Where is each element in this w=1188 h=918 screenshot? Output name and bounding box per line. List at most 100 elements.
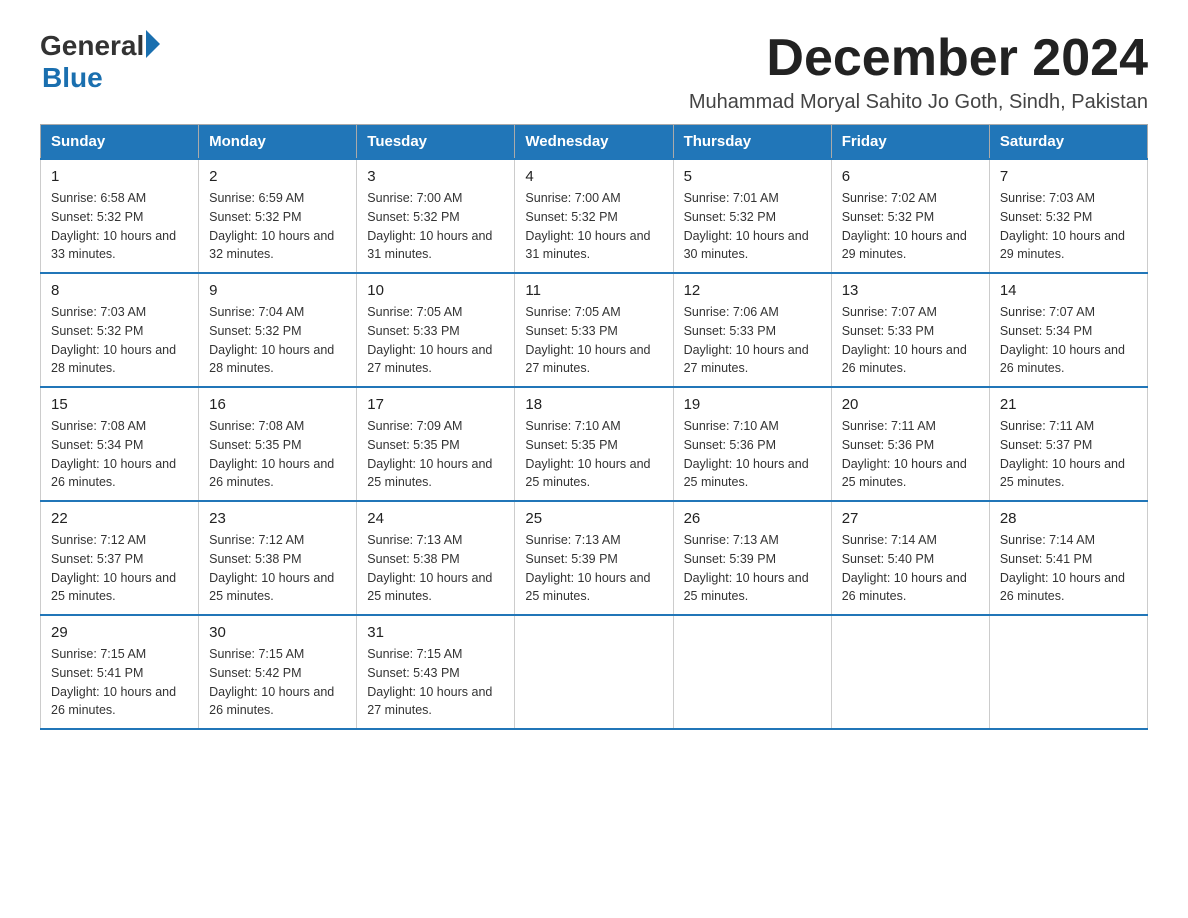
day-info: Sunrise: 7:10 AM Sunset: 5:36 PM Dayligh…: [684, 417, 821, 492]
day-info: Sunrise: 7:05 AM Sunset: 5:33 PM Dayligh…: [525, 303, 662, 378]
table-row: 21 Sunrise: 7:11 AM Sunset: 5:37 PM Dayl…: [989, 387, 1147, 501]
day-number: 13: [842, 282, 979, 299]
table-row: 2 Sunrise: 6:59 AM Sunset: 5:32 PM Dayli…: [199, 159, 357, 273]
col-sunday: Sunday: [41, 125, 199, 160]
table-row: 4 Sunrise: 7:00 AM Sunset: 5:32 PM Dayli…: [515, 159, 673, 273]
day-info: Sunrise: 6:58 AM Sunset: 5:32 PM Dayligh…: [51, 189, 188, 264]
table-row: 31 Sunrise: 7:15 AM Sunset: 5:43 PM Dayl…: [357, 615, 515, 729]
day-number: 24: [367, 510, 504, 527]
table-row: 26 Sunrise: 7:13 AM Sunset: 5:39 PM Dayl…: [673, 501, 831, 615]
table-row: 27 Sunrise: 7:14 AM Sunset: 5:40 PM Dayl…: [831, 501, 989, 615]
table-row: [989, 615, 1147, 729]
page-header: General Blue December 2024 Muhammad Mory…: [40, 30, 1148, 114]
day-info: Sunrise: 7:08 AM Sunset: 5:34 PM Dayligh…: [51, 417, 188, 492]
day-number: 7: [1000, 168, 1137, 185]
col-monday: Monday: [199, 125, 357, 160]
day-number: 3: [367, 168, 504, 185]
day-info: Sunrise: 7:00 AM Sunset: 5:32 PM Dayligh…: [525, 189, 662, 264]
day-info: Sunrise: 7:04 AM Sunset: 5:32 PM Dayligh…: [209, 303, 346, 378]
day-number: 10: [367, 282, 504, 299]
calendar-week-row: 8 Sunrise: 7:03 AM Sunset: 5:32 PM Dayli…: [41, 273, 1148, 387]
table-row: [515, 615, 673, 729]
table-row: 8 Sunrise: 7:03 AM Sunset: 5:32 PM Dayli…: [41, 273, 199, 387]
day-info: Sunrise: 7:15 AM Sunset: 5:41 PM Dayligh…: [51, 645, 188, 720]
day-info: Sunrise: 7:03 AM Sunset: 5:32 PM Dayligh…: [1000, 189, 1137, 264]
title-block: December 2024 Muhammad Moryal Sahito Jo …: [689, 30, 1148, 114]
table-row: 20 Sunrise: 7:11 AM Sunset: 5:36 PM Dayl…: [831, 387, 989, 501]
day-number: 27: [842, 510, 979, 527]
col-thursday: Thursday: [673, 125, 831, 160]
day-number: 19: [684, 396, 821, 413]
table-row: 11 Sunrise: 7:05 AM Sunset: 5:33 PM Dayl…: [515, 273, 673, 387]
col-wednesday: Wednesday: [515, 125, 673, 160]
calendar-week-row: 15 Sunrise: 7:08 AM Sunset: 5:34 PM Dayl…: [41, 387, 1148, 501]
month-title: December 2024: [689, 30, 1148, 87]
day-info: Sunrise: 7:07 AM Sunset: 5:33 PM Dayligh…: [842, 303, 979, 378]
day-info: Sunrise: 7:10 AM Sunset: 5:35 PM Dayligh…: [525, 417, 662, 492]
table-row: [673, 615, 831, 729]
day-info: Sunrise: 7:01 AM Sunset: 5:32 PM Dayligh…: [684, 189, 821, 264]
day-number: 23: [209, 510, 346, 527]
day-number: 1: [51, 168, 188, 185]
day-info: Sunrise: 6:59 AM Sunset: 5:32 PM Dayligh…: [209, 189, 346, 264]
day-number: 20: [842, 396, 979, 413]
calendar-table: Sunday Monday Tuesday Wednesday Thursday…: [40, 124, 1148, 730]
location-subtitle: Muhammad Moryal Sahito Jo Goth, Sindh, P…: [689, 91, 1148, 114]
day-number: 12: [684, 282, 821, 299]
day-info: Sunrise: 7:13 AM Sunset: 5:39 PM Dayligh…: [525, 531, 662, 606]
day-number: 18: [525, 396, 662, 413]
table-row: 5 Sunrise: 7:01 AM Sunset: 5:32 PM Dayli…: [673, 159, 831, 273]
day-number: 17: [367, 396, 504, 413]
table-row: 24 Sunrise: 7:13 AM Sunset: 5:38 PM Dayl…: [357, 501, 515, 615]
logo-general: General: [40, 30, 144, 62]
day-number: 8: [51, 282, 188, 299]
day-number: 4: [525, 168, 662, 185]
table-row: 10 Sunrise: 7:05 AM Sunset: 5:33 PM Dayl…: [357, 273, 515, 387]
day-info: Sunrise: 7:12 AM Sunset: 5:38 PM Dayligh…: [209, 531, 346, 606]
table-row: 13 Sunrise: 7:07 AM Sunset: 5:33 PM Dayl…: [831, 273, 989, 387]
col-saturday: Saturday: [989, 125, 1147, 160]
table-row: 25 Sunrise: 7:13 AM Sunset: 5:39 PM Dayl…: [515, 501, 673, 615]
day-number: 5: [684, 168, 821, 185]
day-number: 30: [209, 624, 346, 641]
table-row: 17 Sunrise: 7:09 AM Sunset: 5:35 PM Dayl…: [357, 387, 515, 501]
day-number: 29: [51, 624, 188, 641]
table-row: 14 Sunrise: 7:07 AM Sunset: 5:34 PM Dayl…: [989, 273, 1147, 387]
table-row: 23 Sunrise: 7:12 AM Sunset: 5:38 PM Dayl…: [199, 501, 357, 615]
day-info: Sunrise: 7:11 AM Sunset: 5:37 PM Dayligh…: [1000, 417, 1137, 492]
table-row: 19 Sunrise: 7:10 AM Sunset: 5:36 PM Dayl…: [673, 387, 831, 501]
table-row: 1 Sunrise: 6:58 AM Sunset: 5:32 PM Dayli…: [41, 159, 199, 273]
day-number: 25: [525, 510, 662, 527]
table-row: 9 Sunrise: 7:04 AM Sunset: 5:32 PM Dayli…: [199, 273, 357, 387]
day-info: Sunrise: 7:12 AM Sunset: 5:37 PM Dayligh…: [51, 531, 188, 606]
table-row: 12 Sunrise: 7:06 AM Sunset: 5:33 PM Dayl…: [673, 273, 831, 387]
day-number: 6: [842, 168, 979, 185]
day-info: Sunrise: 7:15 AM Sunset: 5:42 PM Dayligh…: [209, 645, 346, 720]
day-info: Sunrise: 7:11 AM Sunset: 5:36 PM Dayligh…: [842, 417, 979, 492]
day-info: Sunrise: 7:00 AM Sunset: 5:32 PM Dayligh…: [367, 189, 504, 264]
day-number: 15: [51, 396, 188, 413]
day-number: 22: [51, 510, 188, 527]
day-info: Sunrise: 7:07 AM Sunset: 5:34 PM Dayligh…: [1000, 303, 1137, 378]
table-row: 16 Sunrise: 7:08 AM Sunset: 5:35 PM Dayl…: [199, 387, 357, 501]
col-friday: Friday: [831, 125, 989, 160]
day-number: 21: [1000, 396, 1137, 413]
day-info: Sunrise: 7:02 AM Sunset: 5:32 PM Dayligh…: [842, 189, 979, 264]
col-tuesday: Tuesday: [357, 125, 515, 160]
day-number: 2: [209, 168, 346, 185]
table-row: 7 Sunrise: 7:03 AM Sunset: 5:32 PM Dayli…: [989, 159, 1147, 273]
logo-arrow-icon: [146, 30, 160, 58]
logo: General Blue: [40, 30, 160, 94]
table-row: 3 Sunrise: 7:00 AM Sunset: 5:32 PM Dayli…: [357, 159, 515, 273]
day-number: 31: [367, 624, 504, 641]
table-row: 6 Sunrise: 7:02 AM Sunset: 5:32 PM Dayli…: [831, 159, 989, 273]
table-row: 29 Sunrise: 7:15 AM Sunset: 5:41 PM Dayl…: [41, 615, 199, 729]
day-info: Sunrise: 7:15 AM Sunset: 5:43 PM Dayligh…: [367, 645, 504, 720]
table-row: 18 Sunrise: 7:10 AM Sunset: 5:35 PM Dayl…: [515, 387, 673, 501]
calendar-week-row: 29 Sunrise: 7:15 AM Sunset: 5:41 PM Dayl…: [41, 615, 1148, 729]
day-number: 26: [684, 510, 821, 527]
day-number: 11: [525, 282, 662, 299]
day-info: Sunrise: 7:13 AM Sunset: 5:38 PM Dayligh…: [367, 531, 504, 606]
day-info: Sunrise: 7:13 AM Sunset: 5:39 PM Dayligh…: [684, 531, 821, 606]
day-info: Sunrise: 7:03 AM Sunset: 5:32 PM Dayligh…: [51, 303, 188, 378]
